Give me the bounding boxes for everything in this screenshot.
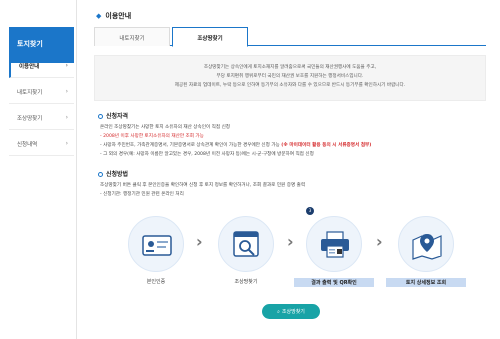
intro-box: 조상땅찾기는 상속인에게 토지소재지를 알려줌으로써 국민들의 재산권행사에 도… bbox=[94, 55, 486, 101]
chevron-right-icon: › bbox=[65, 140, 68, 147]
chevron-right-icon: › bbox=[196, 232, 203, 251]
eligibility-line-text: - 사망자 주민번호, 가족관계증명서, 기본증명서로 상속관계 확인이 가능한… bbox=[100, 143, 280, 148]
sidebar: 토지찾기 이용안내 › 내토지찾기 › 조상땅찾기 › 신청내역 › bbox=[0, 0, 77, 339]
sidebar-item-label: 내토지찾기 bbox=[17, 90, 43, 96]
section-heading-text: 신청방법 bbox=[106, 171, 129, 178]
sidebar-item-ancestor-land[interactable]: 조상땅찾기 › bbox=[9, 106, 74, 130]
ancestor-land-search-button[interactable]: ⌕ 조상땅찾기 bbox=[262, 304, 320, 319]
intro-line: 조상땅찾기는 상속인에게 토지소재지를 알려줌으로써 국민들의 재산권행사에 도… bbox=[203, 65, 377, 70]
step-label: 결과 출력 및 QR확인 bbox=[294, 278, 374, 287]
section-heading-method: 신청방법 bbox=[98, 169, 128, 178]
eligibility-line: - 그 외의 경우(예: 사망자 이름만 알고있는 경우, 2008년 이전 사… bbox=[100, 152, 314, 157]
tab-ancestor-land[interactable]: 조상땅찾기 bbox=[172, 27, 248, 47]
chevron-right-icon: › bbox=[287, 232, 294, 251]
intro-line: 부당 토지편취 행위로부터 국민의 재산권 보호를 지원하는 행정서비스입니다. bbox=[216, 74, 364, 79]
step-ancestor-search bbox=[218, 216, 274, 272]
button-label: 조상땅찾기 bbox=[281, 309, 305, 315]
section-heading-eligibility: 신청자격 bbox=[98, 111, 128, 120]
step-label: 토지 상세정보 조회 bbox=[386, 278, 466, 287]
eligibility-line: - 사망자 주민번호, 가족관계증명서, 기본증명서로 상속관계 확인이 가능한… bbox=[100, 142, 371, 148]
step-label: 본인인증 bbox=[146, 279, 166, 285]
chevron-right-icon: › bbox=[376, 232, 383, 251]
eligibility-line: 온라인 조상땅찾기는 사망한 토지 소유자의 재산 상속인이 직접 신청 bbox=[100, 125, 231, 130]
chevron-right-icon: › bbox=[65, 88, 68, 95]
sidebar-item-label: 이용안내 bbox=[19, 64, 40, 70]
map-pin-icon bbox=[412, 234, 442, 260]
section-heading-text: 신청자격 bbox=[106, 113, 129, 120]
intro-line: 제공된 자료의 업데이트, 누락 등으로 인하여 등기부의 소유자와 다를 수 … bbox=[174, 83, 406, 88]
bullet-icon bbox=[98, 172, 103, 177]
search-document-icon bbox=[233, 231, 259, 257]
step-identity-verification bbox=[128, 216, 184, 272]
tab-my-land[interactable]: 내토지찾기 bbox=[94, 27, 170, 46]
tab-bar: 내토지찾기 조상땅찾기 bbox=[94, 27, 486, 47]
method-line: - 신청기관: 행정기관 민원 관련 온라인 처리 bbox=[100, 192, 184, 197]
step-number-badge: 3 bbox=[306, 207, 314, 215]
step-label: 조상땅찾기 bbox=[234, 279, 258, 285]
sidebar-item-history[interactable]: 신청내역 › bbox=[9, 132, 74, 156]
sidebar-item-my-land[interactable]: 내토지찾기 › bbox=[9, 80, 74, 104]
bullet-icon bbox=[98, 114, 103, 119]
eligibility-line-note: (※ 마이데이터 활용 동의 시 서류증명서 첨부) bbox=[281, 143, 372, 148]
step-land-detail bbox=[398, 216, 454, 272]
page-title: ◆ 이용안내 bbox=[96, 11, 131, 21]
sidebar-item-guide[interactable]: 이용안내 › bbox=[9, 54, 74, 78]
eligibility-line: - 2008년 이후 사망한 토지소유자의 재산만 조회 가능 bbox=[100, 134, 204, 139]
chevron-right-icon: › bbox=[65, 62, 68, 69]
chevron-right-icon: › bbox=[65, 114, 68, 121]
search-icon: ⌕ bbox=[277, 309, 280, 315]
sidebar-item-label: 신청내역 bbox=[17, 142, 38, 148]
sidebar-item-label: 조상땅찾기 bbox=[17, 116, 43, 122]
title-mark-icon: ◆ bbox=[96, 12, 102, 20]
id-card-icon bbox=[142, 235, 172, 256]
method-line: 조상땅찾기 버튼 클릭 후 본인인증을 확인하여 신청 후 토지 정보를 확인하… bbox=[100, 183, 306, 188]
page-title-text: 이용안내 bbox=[105, 12, 132, 20]
step-print-qr bbox=[306, 216, 362, 272]
printer-icon bbox=[321, 231, 349, 258]
